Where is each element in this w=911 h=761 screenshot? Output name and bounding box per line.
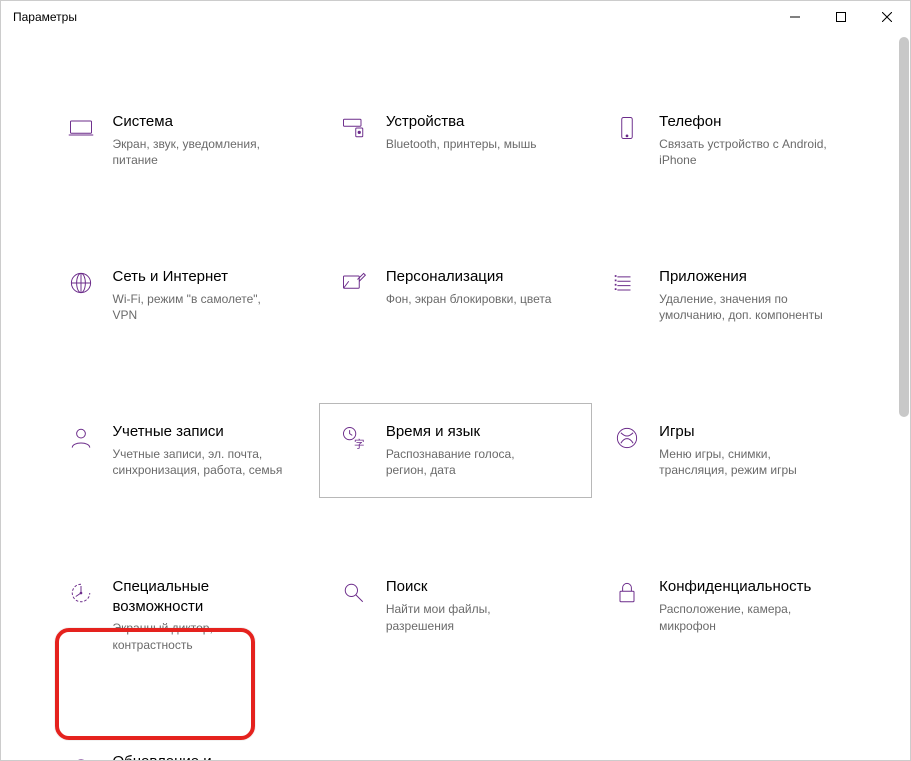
xbox-icon: [613, 424, 641, 479]
tile-title: Сеть и Интернет: [113, 267, 283, 287]
globe-icon: [67, 269, 95, 324]
tile-sub: Удаление, значения по умолчанию, доп. ко…: [659, 291, 829, 325]
update-icon: [67, 754, 95, 760]
ease-icon: [67, 579, 95, 654]
minimize-button[interactable]: [772, 1, 818, 33]
tile-time-language[interactable]: 字 Время и язык Распознавание голоса, рег…: [319, 403, 592, 498]
tile-title: Поиск: [386, 577, 556, 597]
tile-ease-of-access[interactable]: Специальные возможности Экранный диктор,…: [46, 558, 319, 673]
tile-update-security[interactable]: Обновление и безопасность Обновления Win…: [46, 733, 319, 760]
tile-title: Телефон: [659, 112, 829, 132]
tile-gaming[interactable]: Игры Меню игры, снимки, трансляция, режи…: [592, 403, 865, 498]
tile-title: Учетные записи: [113, 422, 283, 442]
tile-title: Система: [113, 112, 283, 132]
system-icon: [67, 114, 95, 169]
tile-search[interactable]: Поиск Найти мои файлы, разрешения: [319, 558, 592, 673]
tile-privacy[interactable]: Конфиденциальность Расположение, камера,…: [592, 558, 865, 673]
lock-icon: [613, 579, 641, 654]
tile-sub: Найти мои файлы, разрешения: [386, 601, 556, 635]
paint-icon: [340, 269, 368, 324]
tile-title: Устройства: [386, 112, 537, 132]
tile-system[interactable]: Система Экран, звук, уведомления, питани…: [46, 93, 319, 188]
tile-title: Конфиденциальность: [659, 577, 829, 597]
devices-icon: [340, 114, 368, 169]
tile-network[interactable]: Сеть и Интернет Wi-Fi, режим "в самолете…: [46, 248, 319, 343]
tile-title: Обновление и безопасность: [113, 752, 304, 760]
tile-title: Время и язык: [386, 422, 556, 442]
search-icon: [340, 579, 368, 654]
tile-sub: Распознавание голоса, регион, дата: [386, 446, 556, 480]
tile-sub: Меню игры, снимки, трансляция, режим игр…: [659, 446, 829, 480]
maximize-button[interactable]: [818, 1, 864, 33]
tile-apps[interactable]: Приложения Удаление, значения по умолчан…: [592, 248, 865, 343]
svg-text:字: 字: [354, 438, 365, 451]
phone-icon: [613, 114, 641, 169]
tile-sub: Учетные записи, эл. почта, синхронизация…: [113, 446, 283, 480]
tile-phone[interactable]: Телефон Связать устройство с Android, iP…: [592, 93, 865, 188]
tile-title: Персонализация: [386, 267, 552, 287]
window-title: Параметры: [13, 10, 77, 24]
close-button[interactable]: [864, 1, 910, 33]
titlebar: Параметры: [1, 1, 910, 33]
window-controls: [772, 1, 910, 33]
tile-title: Игры: [659, 422, 829, 442]
tile-sub: Фон, экран блокировки, цвета: [386, 291, 552, 308]
content-area: Система Экран, звук, уведомления, питани…: [1, 33, 910, 760]
tile-title: Приложения: [659, 267, 829, 287]
tile-sub: Bluetooth, принтеры, мышь: [386, 136, 537, 153]
tile-accounts[interactable]: Учетные записи Учетные записи, эл. почта…: [46, 403, 319, 498]
tile-devices[interactable]: Устройства Bluetooth, принтеры, мышь: [319, 93, 592, 188]
tile-sub: Экран, звук, уведомления, питание: [113, 136, 283, 170]
tile-sub: Wi-Fi, режим "в самолете", VPN: [113, 291, 283, 325]
time-language-icon: 字: [340, 424, 368, 479]
tile-personalization[interactable]: Персонализация Фон, экран блокировки, цв…: [319, 248, 592, 343]
apps-icon: [613, 269, 641, 324]
tile-sub: Экранный диктор, контрастность: [113, 620, 283, 654]
settings-grid: Система Экран, звук, уведомления, питани…: [46, 93, 866, 760]
tile-sub: Связать устройство с Android, iPhone: [659, 136, 829, 170]
tile-sub: Расположение, камера, микрофон: [659, 601, 829, 635]
person-icon: [67, 424, 95, 479]
tile-title: Специальные возможности: [113, 577, 304, 616]
